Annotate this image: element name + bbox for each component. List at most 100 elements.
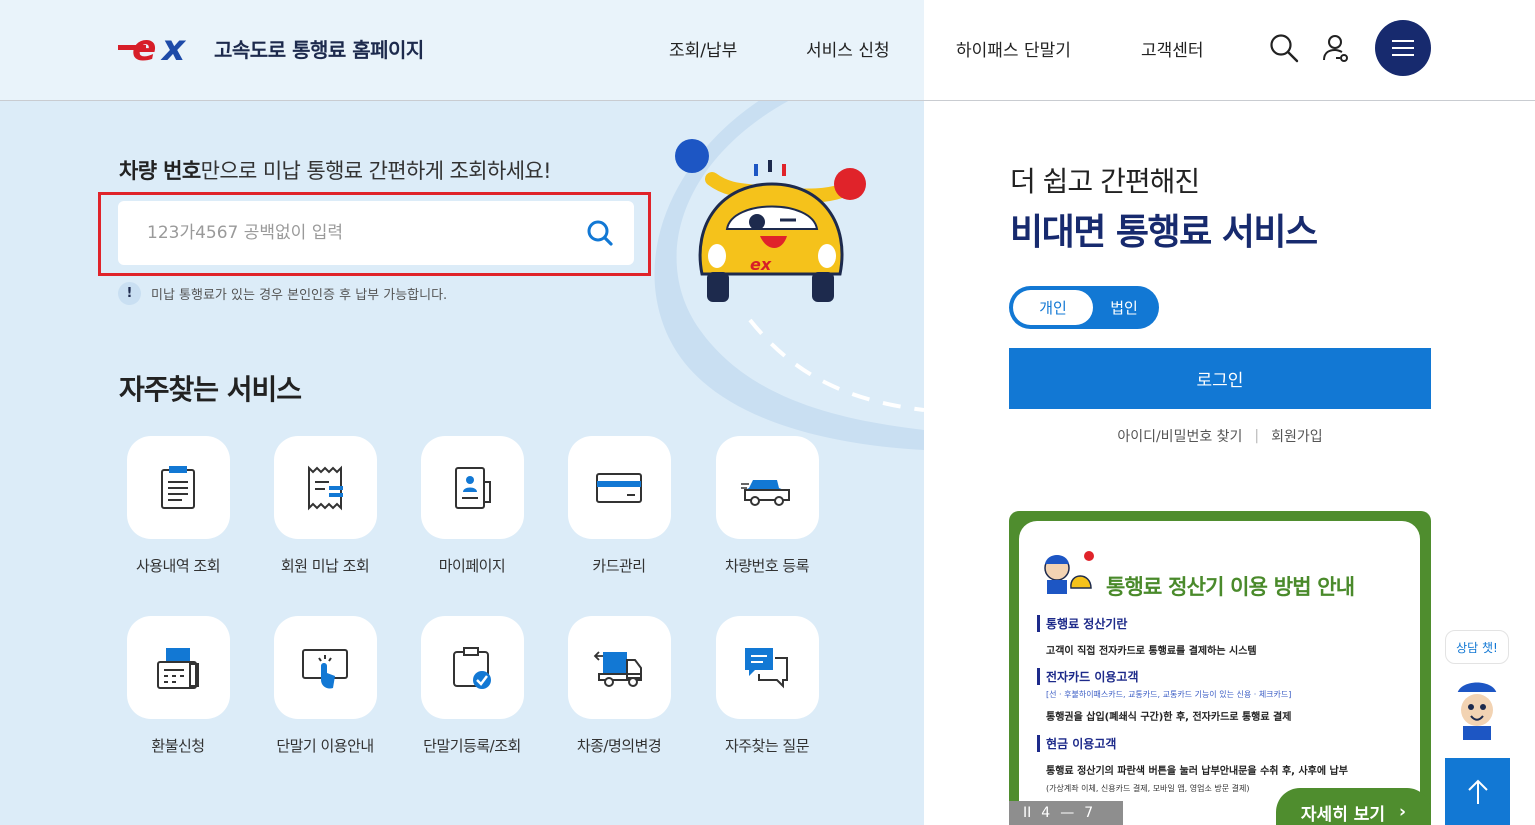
service-tile[interactable]	[567, 436, 671, 539]
banner-section-head: 통행료 정산기란	[1037, 615, 1257, 632]
banner-section: 전자카드 이용고객 [선 · 후불하이패스카드, 교통카드, 교통카드 기능이 …	[1037, 668, 1291, 723]
chatbot-label: 상담 챗!	[1445, 630, 1509, 664]
service-refund[interactable]: 환불신청	[113, 616, 243, 756]
service-label: 환불신청	[151, 737, 205, 755]
pager-current: 4	[1041, 805, 1051, 821]
login-button[interactable]: 로그인	[1009, 348, 1431, 409]
service-label: 자주찾는 질문	[724, 737, 810, 755]
notice-text: 미납 통행료가 있는 경우 본인인증 후 납부 가능합니다.	[151, 288, 448, 303]
find-id-password-link[interactable]: 아이디/비밀번호 찾기	[1117, 426, 1242, 446]
service-label: 차종/명의변경	[576, 737, 662, 755]
search-headline: 차량 번호만으로 미납 통행료 간편하게 조회하세요!	[119, 155, 552, 185]
service-tile[interactable]	[715, 616, 819, 719]
credit-card-icon	[596, 472, 642, 503]
toggle-personal[interactable]: 개인	[1013, 290, 1093, 325]
scroll-top-button[interactable]	[1445, 758, 1510, 825]
plate-number-input[interactable]	[118, 201, 568, 265]
service-mypage[interactable]: 마이페이지	[407, 436, 537, 576]
document-list-icon	[161, 465, 195, 509]
banner-content: 통행료 정산기 이용 방법 안내 통행료 정산기란 고객이 직접 전자카드로 통…	[1019, 521, 1420, 825]
banner-section-note: [선 · 후불하이패스카드, 교통카드, 교통카드 기능이 있는 신용 · 체크…	[1046, 690, 1292, 699]
signup-link[interactable]: 회원가입	[1271, 426, 1323, 446]
login-links: 아이디/비밀번호 찾기 | 회원가입	[1009, 426, 1431, 446]
service-label: 차량번호 등록	[724, 557, 810, 575]
site-logo[interactable]: e x 고속도로 통행료 홈페이지	[118, 28, 424, 68]
svg-text:ex: ex	[750, 255, 772, 274]
menu-button[interactable]	[1375, 20, 1431, 76]
promo-banner[interactable]: 통행료 정산기 이용 방법 안내 통행료 정산기란 고객이 직접 전자카드로 통…	[1009, 511, 1431, 825]
service-tile[interactable]	[420, 616, 524, 719]
service-label: 마이페이지	[438, 557, 506, 575]
service-tile[interactable]	[567, 616, 671, 719]
nav-hipass-terminal[interactable]: 하이패스 단말기	[956, 36, 1071, 61]
site-header: e x 고속도로 통행료 홈페이지 조회/납부 서비스 신청 하이패스 단말기 …	[0, 0, 1535, 101]
service-card-management[interactable]: 카드관리	[554, 436, 684, 576]
site-title: 고속도로 통행료 홈페이지	[214, 37, 424, 62]
service-tile[interactable]	[273, 616, 377, 719]
banner-section: 통행료 정산기란 고객이 직접 전자카드로 통행료를 결제하는 시스템	[1037, 615, 1257, 657]
car-icon	[741, 479, 790, 506]
pager-total: 7	[1084, 805, 1094, 821]
login-title: 비대면 통행료 서비스	[1010, 212, 1318, 253]
info-icon: !	[118, 282, 141, 305]
service-vehicle-register[interactable]: 차량번호 등록	[702, 436, 832, 576]
member-type-toggle: 개인 법인	[1009, 286, 1159, 329]
service-tile[interactable]	[126, 436, 230, 539]
service-label: 단말기 이용안내	[276, 737, 374, 755]
banner-more-button[interactable]: 자세히 보기 ›	[1276, 788, 1431, 825]
service-terminal-guide[interactable]: 단말기 이용안내	[260, 616, 390, 756]
svg-text:x: x	[160, 28, 187, 68]
service-label: 사용내역 조회	[135, 557, 221, 575]
receipt-icon	[308, 465, 343, 510]
service-label: 회원 미납 조회	[280, 557, 370, 575]
pause-icon[interactable]: II	[1023, 805, 1031, 821]
search-headline-text: 만으로 미납 통행료 간편하게 조회하세요!	[200, 159, 552, 183]
search-icon[interactable]	[1268, 32, 1300, 64]
banner-pager: II 4 — 7	[1009, 801, 1123, 825]
service-tile[interactable]	[273, 436, 377, 539]
chatbot-mascot-icon	[1455, 682, 1499, 740]
user-icon[interactable]	[1320, 32, 1352, 64]
service-tile[interactable]	[126, 616, 230, 719]
search-notice: ! 미납 통행료가 있는 경우 본인인증 후 납부 가능합니다.	[118, 282, 447, 305]
mascot-car-illustration: ex	[675, 139, 866, 302]
banner-section-head: 현금 이용고객	[1037, 735, 1348, 752]
banner-section-desc: 통행료 정산기의 파란색 버튼을 눌러 납부안내문을 수취 후, 사후에 납부	[1046, 766, 1348, 777]
nav-service-apply[interactable]: 서비스 신청	[806, 36, 890, 61]
touch-screen-icon	[302, 648, 348, 689]
svg-text:e: e	[132, 28, 156, 68]
search-submit-icon[interactable]	[584, 217, 616, 249]
more-label: 자세히 보기	[1300, 804, 1386, 825]
clipboard-check-icon	[453, 646, 491, 689]
banner-section-head: 전자카드 이용고객	[1037, 668, 1291, 685]
link-separator: |	[1254, 428, 1260, 444]
nav-customer-center[interactable]: 고객센터	[1141, 36, 1204, 61]
service-label: 카드관리	[592, 557, 646, 575]
truck-change-icon	[593, 650, 642, 687]
nav-inquiry-payment[interactable]: 조회/납부	[669, 36, 737, 61]
banner-title: 통행료 정산기 이용 방법 안내	[1106, 575, 1355, 599]
banner-section-desc: 고객이 직접 전자카드로 통행료를 결제하는 시스템	[1046, 646, 1257, 657]
service-tile[interactable]	[715, 436, 819, 539]
arrow-up-icon	[1467, 779, 1488, 804]
service-faq[interactable]: 자주찾는 질문	[702, 616, 832, 756]
pager-separator: —	[1060, 805, 1075, 821]
service-member-unpaid[interactable]: 회원 미납 조회	[260, 436, 390, 576]
banner-section-desc: 통행권을 삽입(폐쇄식 구간)한 후, 전자카드로 통행료 결제	[1046, 712, 1292, 723]
search-headline-bold: 차량 번호	[119, 159, 201, 183]
mascot-pair-icon	[1044, 551, 1094, 594]
service-usage-history[interactable]: 사용내역 조회	[113, 436, 243, 576]
service-terminal-register[interactable]: 단말기등록/조회	[407, 616, 537, 756]
profile-card-icon	[455, 466, 491, 509]
toggle-corporate[interactable]: 법인	[1093, 290, 1155, 325]
banner-section: 현금 이용고객 통행료 정산기의 파란색 버튼을 눌러 납부안내문을 수취 후,…	[1037, 735, 1348, 794]
chat-bubbles-icon	[745, 647, 788, 688]
service-tile[interactable]	[420, 436, 524, 539]
chatbot-widget[interactable]: 상담 챗!	[1445, 630, 1511, 740]
faq-section-title: 자주찾는 서비스	[119, 373, 302, 406]
service-vehicle-type-change[interactable]: 차종/명의변경	[554, 616, 684, 756]
ex-logo-icon: e x	[118, 28, 187, 68]
menu-icon	[1392, 40, 1414, 56]
login-subtitle: 더 쉽고 간편해진	[1010, 165, 1200, 198]
fax-machine-icon	[157, 647, 199, 689]
